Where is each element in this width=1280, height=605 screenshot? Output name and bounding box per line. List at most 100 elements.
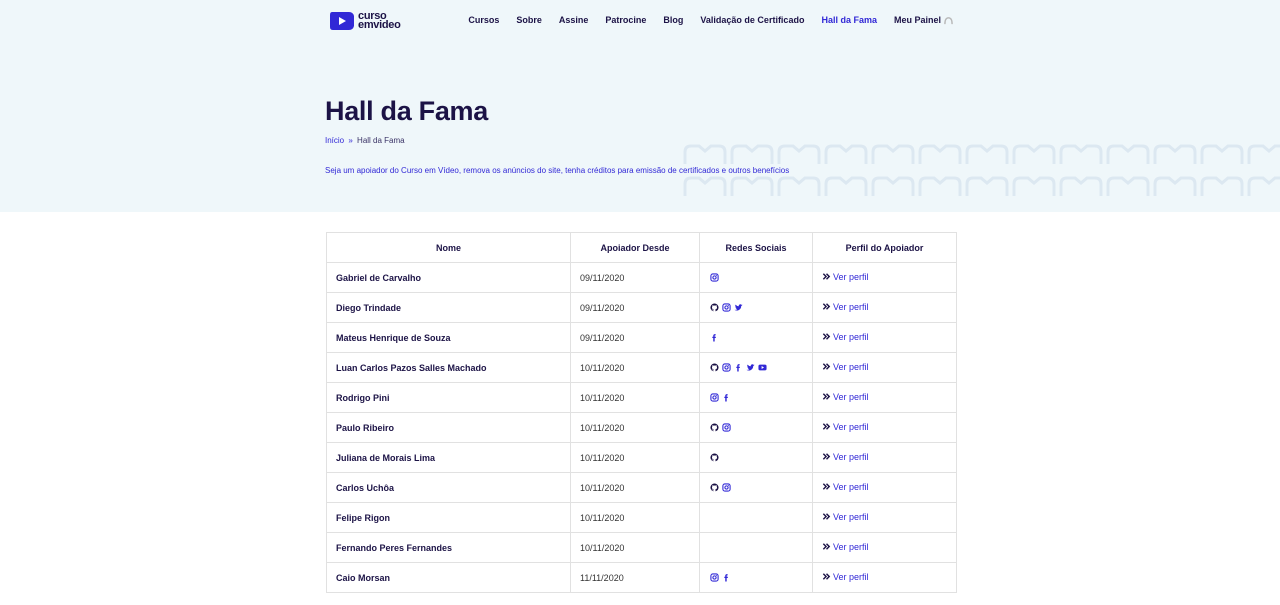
play-logo-icon bbox=[330, 12, 354, 30]
view-profile-link[interactable]: Ver perfil bbox=[822, 332, 869, 342]
supporter-name: Caio Morsan bbox=[326, 562, 571, 593]
supporter-since-date: 09/11/2020 bbox=[570, 262, 700, 293]
profile-cell: Ver perfil bbox=[812, 292, 957, 323]
instagram-link[interactable] bbox=[710, 273, 719, 282]
social-links-cell bbox=[699, 322, 813, 353]
supporter-since-date: 10/11/2020 bbox=[570, 412, 700, 443]
instagram-icon bbox=[722, 423, 731, 432]
view-profile-link[interactable]: Ver perfil bbox=[822, 512, 869, 522]
facebook-link[interactable] bbox=[710, 333, 719, 342]
social-links-cell bbox=[699, 502, 813, 533]
breadcrumb-home-link[interactable]: Início bbox=[325, 136, 344, 145]
column-header-name: Nome bbox=[326, 232, 571, 263]
column-header-profile: Perfil do Apoiador bbox=[812, 232, 957, 263]
facebook-icon bbox=[712, 334, 716, 342]
user-avatar-icon[interactable] bbox=[944, 16, 953, 25]
social-links-cell bbox=[699, 412, 813, 443]
view-profile-link[interactable]: Ver perfil bbox=[822, 452, 869, 462]
supporter-name: Luan Carlos Pazos Salles Machado bbox=[326, 352, 571, 383]
instagram-link[interactable] bbox=[710, 573, 719, 582]
view-profile-link[interactable]: Ver perfil bbox=[822, 392, 869, 402]
nav-blog[interactable]: Blog bbox=[663, 15, 683, 25]
supporter-name: Felipe Rigon bbox=[326, 502, 571, 533]
github-link[interactable] bbox=[710, 303, 719, 312]
view-profile-link[interactable]: Ver perfil bbox=[822, 272, 869, 282]
view-profile-link[interactable]: Ver perfil bbox=[822, 302, 869, 312]
supporter-name: Juliana de Morais Lima bbox=[326, 442, 571, 473]
double-chevron-right-icon bbox=[822, 273, 831, 280]
nav-sobre[interactable]: Sobre bbox=[516, 15, 542, 25]
github-link[interactable] bbox=[710, 363, 719, 372]
view-profile-label: Ver perfil bbox=[833, 571, 869, 582]
nav-cursos[interactable]: Cursos bbox=[468, 15, 499, 25]
view-profile-link[interactable]: Ver perfil bbox=[822, 362, 869, 372]
instagram-link[interactable] bbox=[722, 483, 731, 492]
social-links-cell bbox=[699, 382, 813, 413]
twitter-icon bbox=[746, 364, 755, 371]
view-profile-link[interactable]: Ver perfil bbox=[822, 542, 869, 552]
social-icons bbox=[710, 333, 812, 342]
view-profile-label: Ver perfil bbox=[833, 301, 869, 312]
twitter-link[interactable] bbox=[734, 303, 743, 312]
breadcrumb-separator: » bbox=[348, 136, 353, 145]
social-icons bbox=[710, 363, 812, 372]
logo-line-2: emvideo bbox=[358, 19, 401, 31]
table-row: Fernando Peres Fernandes 10/11/2020 Ver pe… bbox=[326, 532, 957, 563]
twitter-icon bbox=[734, 304, 743, 311]
profile-cell: Ver perfil bbox=[812, 502, 957, 533]
supporter-since-date: 09/11/2020 bbox=[570, 322, 700, 353]
instagram-link[interactable] bbox=[710, 393, 719, 402]
site-logo[interactable]: curso emvideo bbox=[329, 9, 401, 33]
instagram-link[interactable] bbox=[722, 303, 731, 312]
profile-cell: Ver perfil bbox=[812, 472, 957, 503]
facebook-link[interactable] bbox=[734, 363, 743, 372]
instagram-link[interactable] bbox=[722, 363, 731, 372]
github-link[interactable] bbox=[710, 423, 719, 432]
social-links-cell bbox=[699, 442, 813, 473]
table-row: Gabriel de Carvalho 09/11/2020 Ver perfil bbox=[326, 262, 957, 293]
view-profile-label: Ver perfil bbox=[833, 451, 869, 462]
social-icons bbox=[710, 303, 812, 312]
nav-hall-da-fama[interactable]: Hall da Fama bbox=[821, 15, 877, 25]
table-row: Carlos Uchôa 10/11/2020 Ver perfil bbox=[326, 472, 957, 503]
breadcrumb: Início » Hall da Fama bbox=[325, 136, 405, 145]
social-icons bbox=[710, 573, 812, 582]
instagram-link[interactable] bbox=[722, 423, 731, 432]
nav-validacao-certificado[interactable]: Validação de Certificado bbox=[700, 15, 804, 25]
table-row: Diego Trindade 09/11/2020 Ver perfil bbox=[326, 292, 957, 323]
double-chevron-right-icon bbox=[822, 573, 831, 580]
nav-assine[interactable]: Assine bbox=[559, 15, 589, 25]
supporter-since-date: 09/11/2020 bbox=[570, 292, 700, 323]
supporter-since-date: 10/11/2020 bbox=[570, 442, 700, 473]
twitter-link[interactable] bbox=[746, 363, 755, 372]
double-chevron-right-icon bbox=[822, 513, 831, 520]
facebook-link[interactable] bbox=[722, 393, 731, 402]
social-links-cell bbox=[699, 472, 813, 503]
double-chevron-right-icon bbox=[822, 303, 831, 310]
double-chevron-right-icon bbox=[822, 333, 831, 340]
table-row: Mateus Henrique de Souza 09/11/2020 Ver pe… bbox=[326, 322, 957, 353]
github-link[interactable] bbox=[710, 453, 719, 462]
github-link[interactable] bbox=[710, 483, 719, 492]
social-links-cell bbox=[699, 292, 813, 323]
view-profile-link[interactable]: Ver perfil bbox=[822, 422, 869, 432]
supporter-name: Paulo Ribeiro bbox=[326, 412, 571, 443]
facebook-link[interactable] bbox=[722, 573, 731, 582]
double-chevron-right-icon bbox=[822, 453, 831, 460]
view-profile-link[interactable]: Ver perfil bbox=[822, 482, 869, 492]
nav-patrocine[interactable]: Patrocine bbox=[605, 15, 646, 25]
supporter-tagline: Seja um apoiador do Curso em Vídeo, remo… bbox=[325, 166, 790, 175]
view-profile-label: Ver perfil bbox=[833, 421, 869, 432]
instagram-icon bbox=[710, 273, 719, 282]
youtube-link[interactable] bbox=[758, 363, 767, 372]
view-profile-label: Ver perfil bbox=[833, 271, 869, 282]
nav-meu-painel[interactable]: Meu Painel bbox=[894, 15, 941, 25]
supporter-name: Rodrigo Pini bbox=[326, 382, 571, 413]
github-icon bbox=[710, 453, 719, 462]
table-body: Gabriel de Carvalho 09/11/2020 Ver perfil D… bbox=[326, 262, 957, 593]
supporter-name: Diego Trindade bbox=[326, 292, 571, 323]
view-profile-link[interactable]: Ver perfil bbox=[822, 572, 869, 582]
youtube-icon bbox=[758, 364, 767, 371]
social-icons bbox=[710, 483, 812, 492]
social-links-cell bbox=[699, 262, 813, 293]
